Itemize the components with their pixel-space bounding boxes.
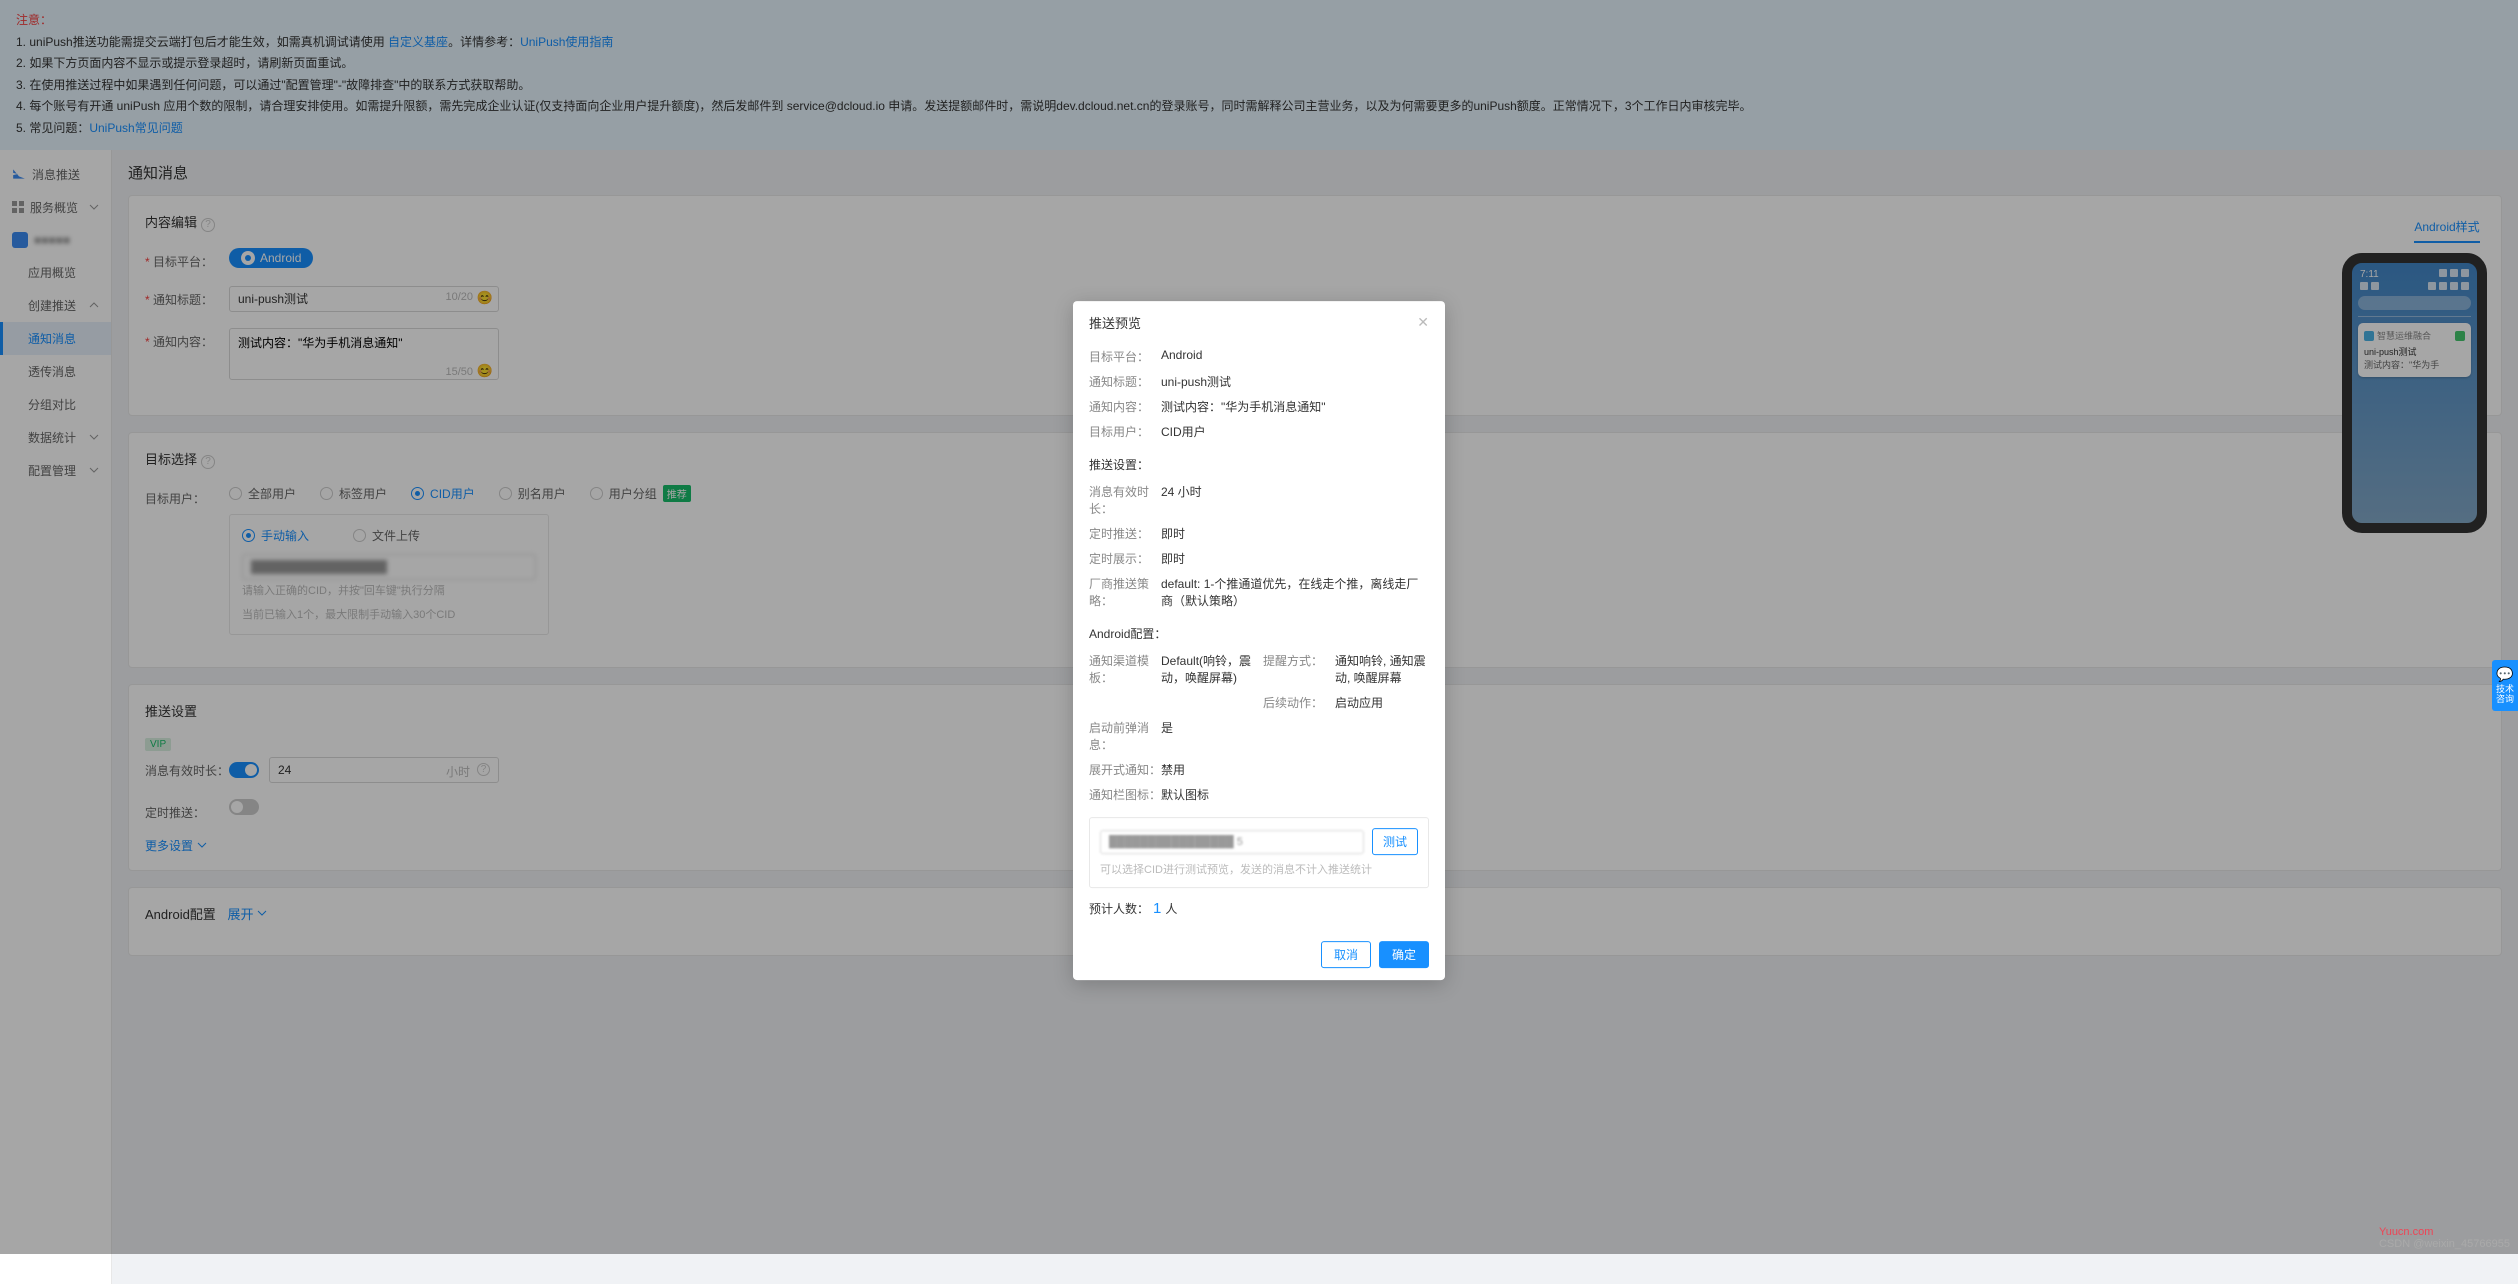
tech-consult-button[interactable]: 💬 技术咨询 [2492, 660, 2518, 711]
modal-title: 推送预览 [1089, 313, 1141, 332]
modal-cid-hint: 可以选择CID进行测试预览，发送的消息不计入推送统计 [1100, 861, 1418, 877]
estimate-count: 预计人数：1人 [1089, 900, 1429, 917]
modal-cid-box: ████████████████ 5 测试 可以选择CID进行测试预览，发送的消… [1089, 817, 1429, 888]
modal-section-android: Android配置： [1089, 625, 1429, 642]
modal-section-push: 推送设置： [1089, 456, 1429, 473]
cancel-button[interactable]: 取消 [1321, 941, 1371, 968]
close-icon[interactable]: ✕ [1417, 314, 1429, 331]
watermark: Yuucn.com CSDN @weixin_45766955 [2379, 1226, 2510, 1250]
chat-icon: 💬 [2492, 666, 2518, 683]
confirm-button[interactable]: 确定 [1379, 941, 1429, 968]
test-button[interactable]: 测试 [1372, 828, 1418, 855]
push-preview-modal: 推送预览 ✕ 目标平台：Android 通知标题：uni-push测试 通知内容… [1073, 301, 1445, 980]
modal-cid-input[interactable]: ████████████████ 5 [1100, 830, 1364, 854]
